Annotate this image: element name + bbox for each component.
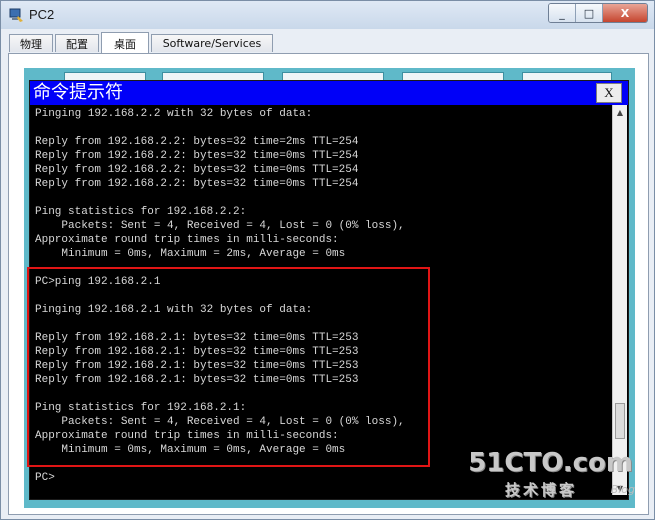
window-title: PC2 [29,7,55,22]
watermark-subtitle: 技术博客 [505,481,578,499]
command-prompt-title-bar: 命令提示符 X [30,81,628,105]
tab-physical[interactable]: 物理 [9,34,53,52]
terminal-line: Approximate round trip times in milli-se… [35,234,339,246]
terminal-line: Reply from 192.168.2.1: bytes=32 time=0m… [35,332,359,344]
packet-tracer-pc-icon [9,8,23,22]
terminal-line: Pinging 192.168.2.2 with 32 bytes of dat… [35,108,313,120]
terminal-line: Reply from 192.168.2.1: bytes=32 time=0m… [35,374,359,386]
watermark-tag: Blog [610,483,635,496]
minimize-button[interactable]: _ [549,4,576,22]
command-prompt-title: 命令提示符 [33,82,123,103]
watermark-brand: 51CTO.com [468,448,633,478]
tab-content: 命令提示符 X Pinging 192.168.2.2 with 32 byte… [8,53,649,515]
window-controls: _ □ X [548,3,648,23]
terminal-line: Minimum = 0ms, Maximum = 2ms, Average = … [35,248,346,260]
terminal-line: PC>ping 192.168.2.1 [35,276,161,288]
scroll-thumb[interactable] [615,403,625,439]
terminal-line: Pinging 192.168.2.1 with 32 bytes of dat… [35,304,313,316]
terminal-line: Reply from 192.168.2.1: bytes=32 time=0m… [35,360,359,372]
terminal-line: Reply from 192.168.2.2: bytes=32 time=0m… [35,150,359,162]
terminal-output[interactable]: Pinging 192.168.2.2 with 32 bytes of dat… [30,105,612,497]
terminal-line: Ping statistics for 192.168.2.1: [35,402,247,414]
terminal-line: Reply from 192.168.2.2: bytes=32 time=0m… [35,164,359,176]
terminal-line: Reply from 192.168.2.2: bytes=32 time=2m… [35,136,359,148]
tab-config[interactable]: 配置 [55,34,99,52]
terminal-line: Reply from 192.168.2.1: bytes=32 time=0m… [35,346,359,358]
desktop-area: 命令提示符 X Pinging 192.168.2.2 with 32 byte… [24,68,635,508]
pc2-window: PC2 _ □ X 物理 配置 桌面 Software/Services 命令提… [0,0,655,520]
command-prompt-window: 命令提示符 X Pinging 192.168.2.2 with 32 byte… [29,80,629,500]
terminal-line: Packets: Sent = 4, Received = 4, Lost = … [35,416,405,428]
terminal-line: Packets: Sent = 4, Received = 4, Lost = … [35,220,405,232]
terminal-line: Ping statistics for 192.168.2.2: [35,206,247,218]
title-bar[interactable]: PC2 _ □ X [1,1,654,29]
maximize-button[interactable]: □ [576,4,603,22]
terminal-scrollbar[interactable]: ▲ ▼ [612,105,627,495]
scroll-up-arrow-icon[interactable]: ▲ [613,105,627,119]
tab-software-services[interactable]: Software/Services [151,34,273,52]
watermark: 51CTO.com 技术博客 Blog [468,448,635,499]
terminal-line: Reply from 192.168.2.2: bytes=32 time=0m… [35,178,359,190]
close-button[interactable]: X [603,4,647,22]
tab-desktop[interactable]: 桌面 [101,32,149,54]
command-prompt-close-button[interactable]: X [596,83,622,103]
terminal-line: Approximate round trip times in milli-se… [35,430,339,442]
